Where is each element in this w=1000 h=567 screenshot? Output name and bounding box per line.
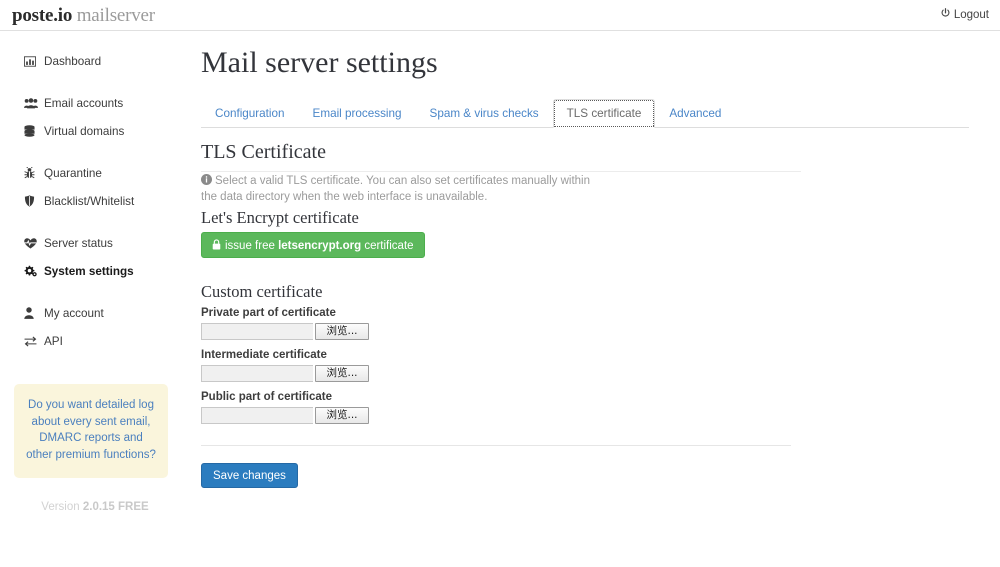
sidebar-item-label: Quarantine <box>44 167 102 180</box>
save-changes-button[interactable]: Save changes <box>201 463 298 488</box>
settings-tab-bar: Configuration Email processing Spam & vi… <box>201 99 969 128</box>
shield-icon <box>24 194 39 213</box>
brand-subtitle: mailserver <box>76 5 155 26</box>
form-divider <box>201 445 791 446</box>
sidebar-item-label: Server status <box>44 237 113 250</box>
sidebar-item-dashboard[interactable]: Dashboard <box>0 52 196 71</box>
top-header-bar: poste.io mailserver Logout <box>0 0 1000 31</box>
sidebar-item-my-account[interactable]: My account <box>0 304 196 323</box>
field-label: Public part of certificate <box>201 391 333 403</box>
main-content: Mail server settings Configuration Email… <box>196 31 1000 567</box>
field-private-part-of-certificate: Private part of certificate 浏览... <box>201 307 501 340</box>
heartbeat-icon <box>24 236 39 255</box>
sidebar-group-spacer <box>0 281 196 304</box>
public-cert-file-input[interactable]: 浏览... <box>201 407 369 424</box>
page-title: Mail server settings <box>201 46 438 79</box>
tab-tls-certificate[interactable]: TLS certificate <box>552 99 656 128</box>
sidebar-item-system-settings[interactable]: System settings <box>0 262 196 281</box>
sidebar-item-api[interactable]: API <box>0 332 196 351</box>
intermediate-cert-file-input[interactable]: 浏览... <box>201 365 369 382</box>
premium-promo-text: Do you want detailed log about every sen… <box>26 399 156 461</box>
sidebar-item-label: Email accounts <box>44 97 124 110</box>
field-public-part-of-certificate: Public part of certificate 浏览... <box>201 391 501 424</box>
letsencrypt-button-strong: letsencrypt.org <box>278 240 362 252</box>
field-label: Private part of certificate <box>201 307 336 319</box>
users-icon <box>24 96 39 115</box>
premium-promo-box[interactable]: Do you want detailed log about every sen… <box>14 384 168 478</box>
private-key-file-path[interactable] <box>201 323 313 340</box>
sidebar-item-label: Blacklist/Whitelist <box>44 195 135 208</box>
sidebar-item-label: Virtual domains <box>44 125 125 138</box>
logout-label: Logout <box>953 9 989 21</box>
sidebar-item-server-status[interactable]: Server status <box>0 234 196 253</box>
field-label: Intermediate certificate <box>201 349 327 361</box>
public-cert-browse-button[interactable]: 浏览... <box>315 407 369 424</box>
sidebar-item-blacklist-whitelist[interactable]: Blacklist/Whitelist <box>0 192 196 211</box>
sidebar-item-label: Dashboard <box>44 55 102 68</box>
sidebar-item-label: API <box>44 335 63 348</box>
sidebar-item-email-accounts[interactable]: Email accounts <box>0 94 196 113</box>
private-key-file-input[interactable]: 浏览... <box>201 323 369 340</box>
bar-chart-icon <box>24 54 39 73</box>
save-changes-label: Save changes <box>213 470 286 482</box>
exchange-icon <box>24 334 39 353</box>
info-icon <box>201 174 212 190</box>
issue-letsencrypt-certificate-button[interactable]: issue free letsencrypt.org certificate <box>201 232 425 258</box>
section-heading: TLS Certificate <box>201 141 801 172</box>
sidebar-group-spacer <box>0 141 196 164</box>
letsencrypt-button-suffix: certificate <box>361 240 414 252</box>
sidebar-item-virtual-domains[interactable]: Virtual domains <box>0 122 196 141</box>
bug-icon <box>24 166 39 185</box>
tab-label: Email processing <box>312 107 402 120</box>
version-label: Version 2.0.15 FREE <box>0 501 190 513</box>
user-icon <box>24 306 39 325</box>
tab-configuration[interactable]: Configuration <box>201 99 299 128</box>
tab-email-processing[interactable]: Email processing <box>299 99 416 128</box>
private-key-browse-button[interactable]: 浏览... <box>315 323 369 340</box>
sidebar-item-quarantine[interactable]: Quarantine <box>0 164 196 183</box>
field-intermediate-certificate: Intermediate certificate 浏览... <box>201 349 501 382</box>
logout-button[interactable]: Logout <box>940 8 989 22</box>
custom-certificate-heading: Custom certificate <box>201 282 323 301</box>
sidebar-item-label: My account <box>44 307 104 320</box>
gears-icon <box>24 264 39 283</box>
sidebar-navigation: Dashboard Email accounts Virtual domains… <box>0 31 196 567</box>
sidebar-group-spacer <box>0 71 196 94</box>
tab-label: Configuration <box>215 107 285 120</box>
letsencrypt-heading: Let's Encrypt certificate <box>201 208 359 227</box>
tab-spam-virus-checks[interactable]: Spam & virus checks <box>416 99 553 128</box>
app-logo[interactable]: poste.io mailserver <box>12 5 155 27</box>
intermediate-cert-file-path[interactable] <box>201 365 313 382</box>
help-text: Select a valid TLS certificate. You can … <box>201 174 591 205</box>
tab-label: TLS certificate <box>566 107 642 120</box>
public-cert-file-path[interactable] <box>201 407 313 424</box>
power-icon <box>940 8 951 22</box>
version-prefix: Version <box>41 501 83 513</box>
sidebar-group-spacer <box>0 211 196 234</box>
sidebar-top-spacer <box>0 31 196 52</box>
letsencrypt-button-prefix: issue free <box>225 240 279 252</box>
sidebar-item-label: System settings <box>44 265 134 278</box>
tab-label: Spam & virus checks <box>429 107 539 120</box>
version-value: 2.0.15 FREE <box>82 501 149 513</box>
help-text-label: Select a valid TLS certificate. You can … <box>201 175 591 203</box>
lock-icon <box>212 234 221 260</box>
server-icon <box>24 124 39 143</box>
intermediate-cert-browse-button[interactable]: 浏览... <box>315 365 369 382</box>
brand-name: poste.io <box>12 5 73 26</box>
tab-label: Advanced <box>669 107 722 120</box>
tab-advanced[interactable]: Advanced <box>655 99 735 128</box>
